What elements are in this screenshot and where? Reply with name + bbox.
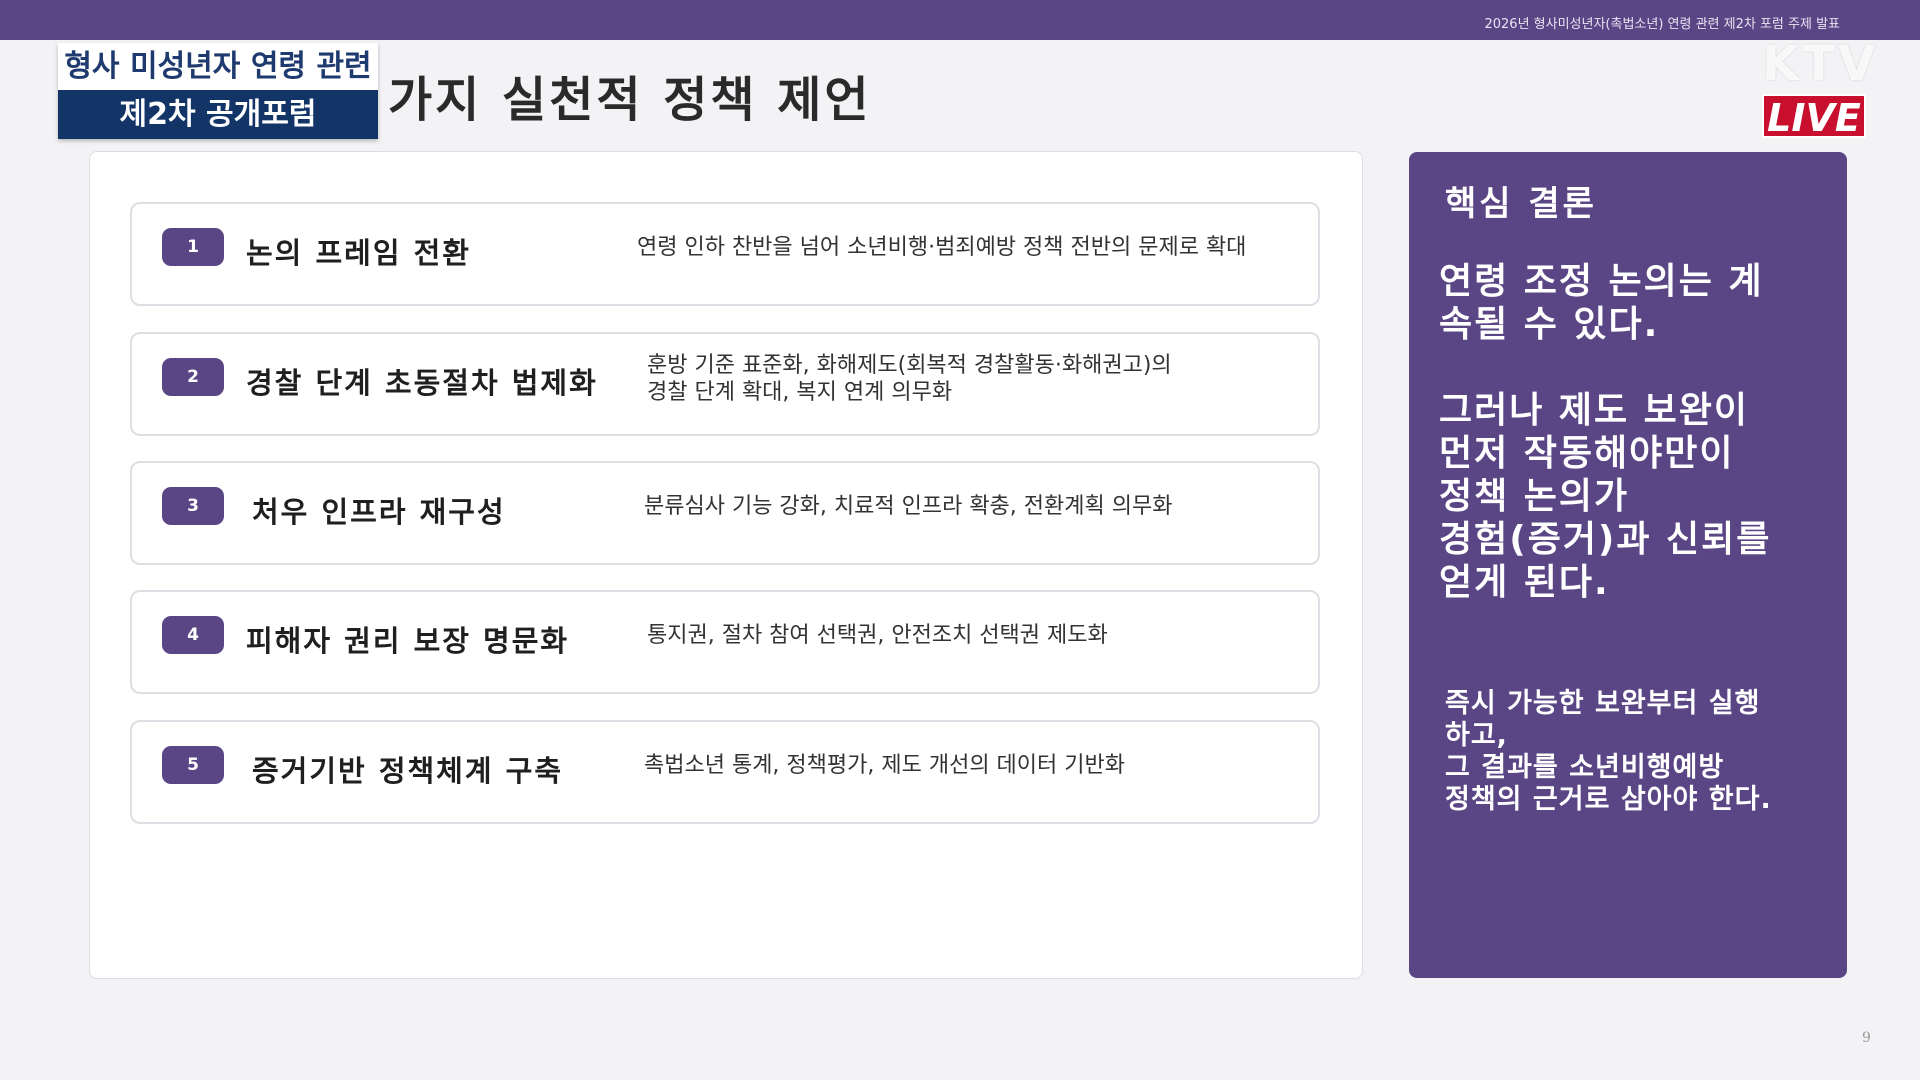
item-title: 피해자 권리 보장 명문화 [246, 624, 570, 658]
item-description-line: 훈방 기준 표준화, 화해제도(회복적 경찰활동·화해권고)의 [647, 353, 1172, 378]
recommendation-item-1: 1 논의 프레임 전환 연령 인하 찬반을 넘어 소년비행·범죄예방 정책 전반… [130, 202, 1320, 306]
broadcast-top-bar: 2026년 형사미성년자(촉법소년) 연령 관련 제2차 포럼 주제 발표 [0, 0, 1920, 40]
item-description: 분류심사 기능 강화, 치료적 인프라 확충, 전환계획 의무화 [644, 493, 1172, 520]
conclusion-paragraph-1: 연령 조정 논의는 계 속될 수 있다. [1439, 260, 1829, 346]
ktv-logo: KTV [1762, 36, 1879, 92]
item-description-line: 연령 인하 찬반을 넘어 소년비행·범죄예방 정책 전반의 문제로 확대 [637, 235, 1247, 260]
item-title: 증거기반 정책체계 구축 [252, 754, 563, 788]
conclusion-panel: 핵심 결론 연령 조정 논의는 계 속될 수 있다. 그러나 제도 보완이 먼저… [1409, 152, 1847, 978]
conclusion-line: 속될 수 있다. [1439, 304, 1660, 345]
item-description-line: 통지권, 절차 참여 선택권, 안전조치 선택권 제도화 [647, 623, 1108, 648]
conclusion-line: 즉시 가능한 보완부터 실행 [1445, 688, 1761, 719]
forum-badge-line1: 형사 미성년자 연령 관련 [58, 43, 378, 90]
item-description: 촉법소년 통계, 정책평가, 제도 개선의 데이터 기반화 [644, 752, 1125, 779]
item-title: 논의 프레임 전환 [246, 236, 471, 270]
forum-badge: 형사 미성년자 연령 관련 제2차 공개포럼 [58, 43, 378, 139]
forum-badge-line2: 제2차 공개포럼 [58, 90, 378, 139]
conclusion-line: 그 결과를 소년비행예방 [1445, 752, 1725, 783]
item-number-badge: 5 [162, 746, 224, 784]
recommendation-item-3: 3 처우 인프라 재구성 분류심사 기능 강화, 치료적 인프라 확충, 전환계… [130, 461, 1320, 565]
item-number-badge: 4 [162, 616, 224, 654]
item-description-line: 경찰 단계 확대, 복지 연계 의무화 [647, 380, 953, 405]
item-title: 처우 인프라 재구성 [252, 495, 506, 529]
conclusion-paragraph-2: 그러나 제도 보완이 먼저 작동해야만이 정책 논의가 경험(증거)과 신뢰를 … [1439, 389, 1829, 604]
item-title: 경찰 단계 초동절차 법제화 [246, 366, 598, 400]
conclusion-line: 정책 논의가 [1439, 476, 1630, 517]
item-description-line: 분류심사 기능 강화, 치료적 인프라 확충, 전환계획 의무화 [644, 494, 1173, 519]
conclusion-line: 그러나 제도 보완이 [1439, 390, 1750, 431]
conclusion-line: 경험(증거)과 신뢰를 [1439, 519, 1772, 560]
item-number-badge: 2 [162, 358, 224, 396]
broadcast-ticker: 2026년 형사미성년자(촉법소년) 연령 관련 제2차 포럼 주제 발표 [1484, 17, 1840, 32]
item-number-badge: 1 [162, 228, 224, 266]
conclusion-line: 연령 조정 논의는 계 [1439, 261, 1764, 302]
slide-title: 가지 실천적 정책 제언 [388, 72, 872, 128]
live-badge: LIVE [1762, 94, 1866, 140]
conclusion-line: 얻게 된다. [1439, 562, 1610, 603]
item-number-badge: 3 [162, 487, 224, 525]
conclusion-line: 정책의 근거로 삼아야 한다. [1445, 784, 1772, 815]
item-description: 통지권, 절차 참여 선택권, 안전조치 선택권 제도화 [647, 622, 1108, 649]
conclusion-heading: 핵심 결론 [1445, 184, 1597, 224]
conclusion-line: 먼저 작동해야만이 [1439, 433, 1735, 474]
conclusion-paragraph-3: 즉시 가능한 보완부터 실행 하고, 그 결과를 소년비행예방 정책의 근거로 … [1445, 688, 1835, 816]
item-description-line: 촉법소년 통계, 정책평가, 제도 개선의 데이터 기반화 [644, 753, 1125, 778]
recommendation-item-4: 4 피해자 권리 보장 명문화 통지권, 절차 참여 선택권, 안전조치 선택권… [130, 590, 1320, 694]
item-description: 연령 인하 찬반을 넘어 소년비행·범죄예방 정책 전반의 문제로 확대 [637, 234, 1246, 261]
recommendation-item-2: 2 경찰 단계 초동절차 법제화 훈방 기준 표준화, 화해제도(회복적 경찰활… [130, 332, 1320, 436]
conclusion-line: 하고, [1445, 720, 1508, 751]
recommendation-item-5: 5 증거기반 정책체계 구축 촉법소년 통계, 정책평가, 제도 개선의 데이터… [130, 720, 1320, 824]
page-number: 9 [1862, 1030, 1871, 1046]
item-description: 훈방 기준 표준화, 화해제도(회복적 경찰활동·화해권고)의 경찰 단계 확대… [647, 352, 1172, 406]
recommendations-panel: 1 논의 프레임 전환 연령 인하 찬반을 넘어 소년비행·범죄예방 정책 전반… [89, 151, 1363, 979]
